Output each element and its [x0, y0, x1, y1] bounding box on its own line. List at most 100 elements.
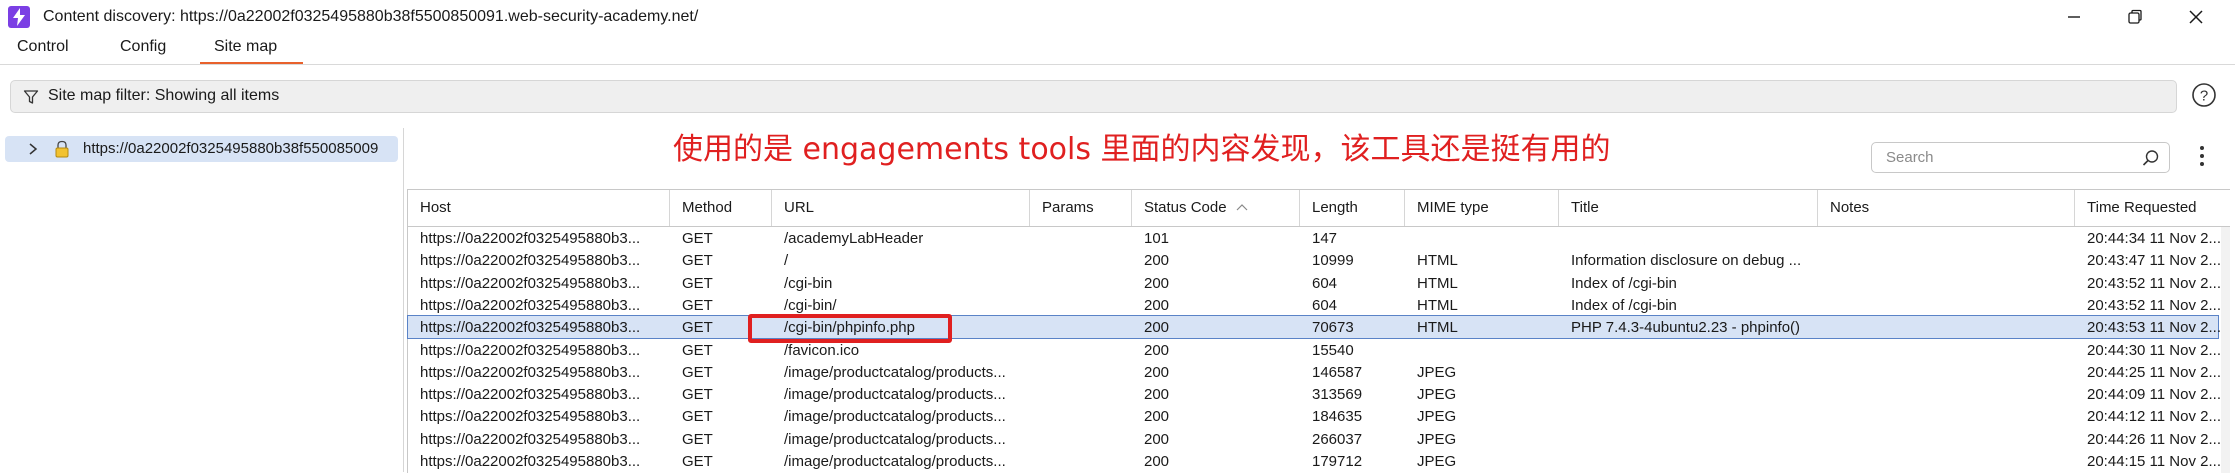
- column-header-method[interactable]: Method: [670, 190, 772, 226]
- cell-method: GET: [682, 296, 713, 314]
- cell-mime-type: JPEG: [1417, 363, 1457, 381]
- more-options-icon[interactable]: [2198, 145, 2206, 167]
- cell-notes: [1830, 341, 2070, 361]
- cell-notes: [1830, 430, 2070, 450]
- cell-status-code: 101: [1144, 230, 1170, 247]
- column-header-url[interactable]: URL: [772, 190, 1030, 226]
- cell-params: [1042, 430, 1127, 450]
- column-header-time-requested[interactable]: Time Requested: [2075, 190, 2230, 226]
- cell-host: https://0a22002f0325495880b3...: [420, 274, 641, 292]
- table-row[interactable]: https://0a22002f0325495880b3... GET/cgi-b…: [408, 294, 2221, 316]
- table-row-selected[interactable]: https://0a22002f0325495880b3... GET/cgi-b…: [407, 315, 2221, 340]
- cell-host: https://0a22002f0325495880b3...: [420, 252, 641, 270]
- annotation-highlight-box: [748, 314, 952, 343]
- cell-length: 147: [1312, 230, 1338, 247]
- column-header-status-code[interactable]: Status Code: [1132, 190, 1300, 226]
- cell-host: https://0a22002f0325495880b3...: [420, 363, 641, 381]
- cell-title: Information disclosure on debug ...: [1571, 252, 1802, 270]
- filter-status-text: Site map filter: Showing all items: [48, 87, 280, 104]
- cell-length: 10999: [1312, 252, 1354, 270]
- cell-host: https://0a22002f0325495880b3...: [420, 453, 641, 470]
- cell-notes: [1830, 296, 2070, 316]
- window-title: Content discovery: https://0a22002f03254…: [43, 8, 699, 25]
- search-input[interactable]: [1884, 148, 2138, 167]
- table-row[interactable]: https://0a22002f0325495880b3... GET/acade…: [408, 227, 2221, 249]
- column-header-params[interactable]: Params: [1030, 190, 1132, 226]
- site-map-tree-panel: https://0a22002f0325495880b38f550085009: [0, 128, 404, 472]
- cell-method: GET: [682, 408, 713, 426]
- cell-params: [1042, 341, 1127, 361]
- cell-status-code: 200: [1144, 453, 1170, 470]
- cell-url: /academyLabHeader: [784, 230, 924, 247]
- search-icon[interactable]: [2142, 149, 2160, 167]
- svg-text:?: ?: [2200, 88, 2208, 105]
- cell-length: 604: [1312, 296, 1338, 314]
- column-header-mime-type[interactable]: MIME type: [1405, 190, 1559, 226]
- search-box[interactable]: [1871, 142, 2170, 173]
- cell-notes: [1830, 452, 2070, 472]
- tree-node-label: https://0a22002f0325495880b38f550085009: [83, 140, 379, 157]
- column-header-notes[interactable]: Notes: [1818, 190, 2075, 226]
- cell-notes: [1830, 407, 2070, 427]
- cell-status-code: 200: [1144, 274, 1170, 292]
- cell-url: /image/productcatalog/products...: [784, 408, 1006, 426]
- tab-control[interactable]: Control: [17, 38, 69, 62]
- cell-mime-type: [1417, 229, 1557, 249]
- cell-params: [1042, 296, 1127, 316]
- cell-params: [1042, 318, 1127, 338]
- cell-url: /image/productcatalog/products...: [784, 430, 1006, 448]
- cell-notes: [1830, 274, 2070, 294]
- cell-mime-type: [1417, 341, 1557, 361]
- restore-button[interactable]: [2115, 4, 2155, 30]
- table-row[interactable]: https://0a22002f0325495880b3... GET / 200 10…: [408, 249, 2221, 271]
- cell-method: GET: [682, 363, 713, 381]
- cell-status-code: 200: [1144, 252, 1170, 270]
- cell-url: /image/productcatalog/products...: [784, 363, 1006, 381]
- help-button[interactable]: ?: [2190, 81, 2218, 109]
- cell-time-requested: 20:44:15 11 Nov 2...: [2087, 453, 2221, 470]
- close-button[interactable]: [2176, 4, 2216, 30]
- cell-host: https://0a22002f0325495880b3...: [420, 230, 641, 247]
- cell-status-code: 200: [1144, 341, 1170, 359]
- cell-length: 604: [1312, 274, 1338, 292]
- column-header-length[interactable]: Length: [1300, 190, 1405, 226]
- column-header-host[interactable]: Host: [408, 190, 670, 226]
- cell-length: 266037: [1312, 430, 1363, 448]
- results-table: Host Method URL Params Status Code Lengt…: [407, 189, 2230, 473]
- cell-params: [1042, 407, 1127, 427]
- cell-mime-type: JPEG: [1417, 386, 1457, 404]
- chevron-right-icon[interactable]: [28, 143, 38, 155]
- close-icon: [2189, 10, 2203, 24]
- tab-site-map[interactable]: Site map: [214, 38, 277, 62]
- cell-host: https://0a22002f0325495880b3...: [420, 319, 641, 337]
- cell-length: 313569: [1312, 386, 1363, 404]
- cell-host: https://0a22002f0325495880b3...: [420, 430, 641, 448]
- table-row[interactable]: https://0a22002f0325495880b3... GET/favic…: [408, 339, 2221, 361]
- tree-node-host[interactable]: https://0a22002f0325495880b38f550085009: [5, 136, 398, 162]
- cell-status-code: 200: [1144, 296, 1170, 314]
- column-header-title[interactable]: Title: [1559, 190, 1818, 226]
- vertical-scrollbar[interactable]: [2221, 227, 2230, 473]
- cell-time-requested: 20:44:30 11 Nov 2...: [2087, 341, 2221, 359]
- cell-method: GET: [682, 453, 713, 470]
- cell-title: Index of /cgi-bin: [1571, 296, 1677, 314]
- table-row[interactable]: https://0a22002f0325495880b3... GET/image…: [408, 361, 2221, 383]
- annotation-text: 使用的是 engagements tools 里面的内容发现，该工具还是挺有用的: [673, 132, 1611, 167]
- table-row[interactable]: https://0a22002f0325495880b3... GET/image…: [408, 405, 2221, 427]
- tab-config[interactable]: Config: [120, 38, 166, 62]
- table-row[interactable]: https://0a22002f0325495880b3... GET/image…: [408, 383, 2221, 405]
- table-row[interactable]: https://0a22002f0325495880b3... GET/image…: [408, 428, 2221, 450]
- site-map-filter-bar[interactable]: Site map filter: Showing all items: [10, 80, 2177, 113]
- cell-params: [1042, 274, 1127, 294]
- table-row[interactable]: https://0a22002f0325495880b3... GET/image…: [408, 450, 2221, 472]
- cell-status-code: 200: [1144, 319, 1170, 337]
- table-row[interactable]: https://0a22002f0325495880b3... GET/cgi-b…: [408, 272, 2221, 294]
- cell-title: Index of /cgi-bin: [1571, 274, 1677, 292]
- cell-time-requested: 20:44:12 11 Nov 2...: [2087, 408, 2221, 426]
- minimize-button[interactable]: [2054, 4, 2094, 30]
- cell-notes: [1830, 363, 2070, 383]
- cell-params: [1042, 385, 1127, 405]
- cell-status-code: 200: [1144, 408, 1170, 426]
- cell-url: /: [784, 252, 789, 270]
- cell-title: [1571, 452, 1815, 472]
